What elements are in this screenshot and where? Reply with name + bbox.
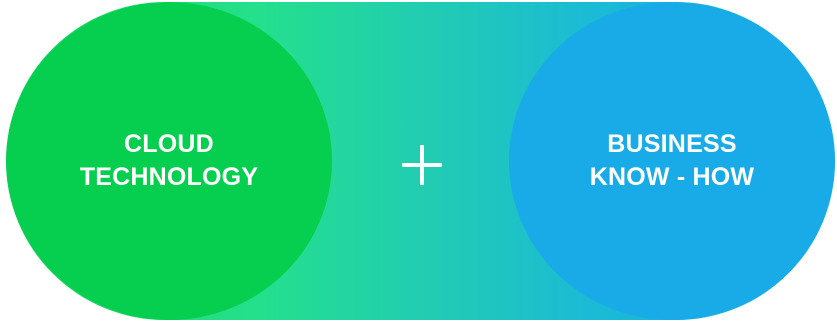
business-know-how-line-2: KNOW - HOW [589,163,755,191]
business-know-how-circle: BUSINESS KNOW - HOW [509,2,835,320]
cloud-technology-label: CLOUD TECHNOLOGY [80,128,258,194]
cloud-technology-circle: CLOUD TECHNOLOGY [6,2,332,320]
cloud-technology-line-2: TECHNOLOGY [79,163,259,191]
plus-icon [398,141,446,189]
business-know-how-label: BUSINESS KNOW - HOW [590,128,754,194]
cloud-technology-line-1: CLOUD [124,130,214,158]
gradient-pill: CLOUD TECHNOLOGY BUSINESS KNOW - HOW [6,2,835,320]
plus-vertical-bar [420,145,424,185]
diagram-canvas: CLOUD TECHNOLOGY BUSINESS KNOW - HOW [0,0,837,322]
business-know-how-line-1: BUSINESS [607,130,737,158]
